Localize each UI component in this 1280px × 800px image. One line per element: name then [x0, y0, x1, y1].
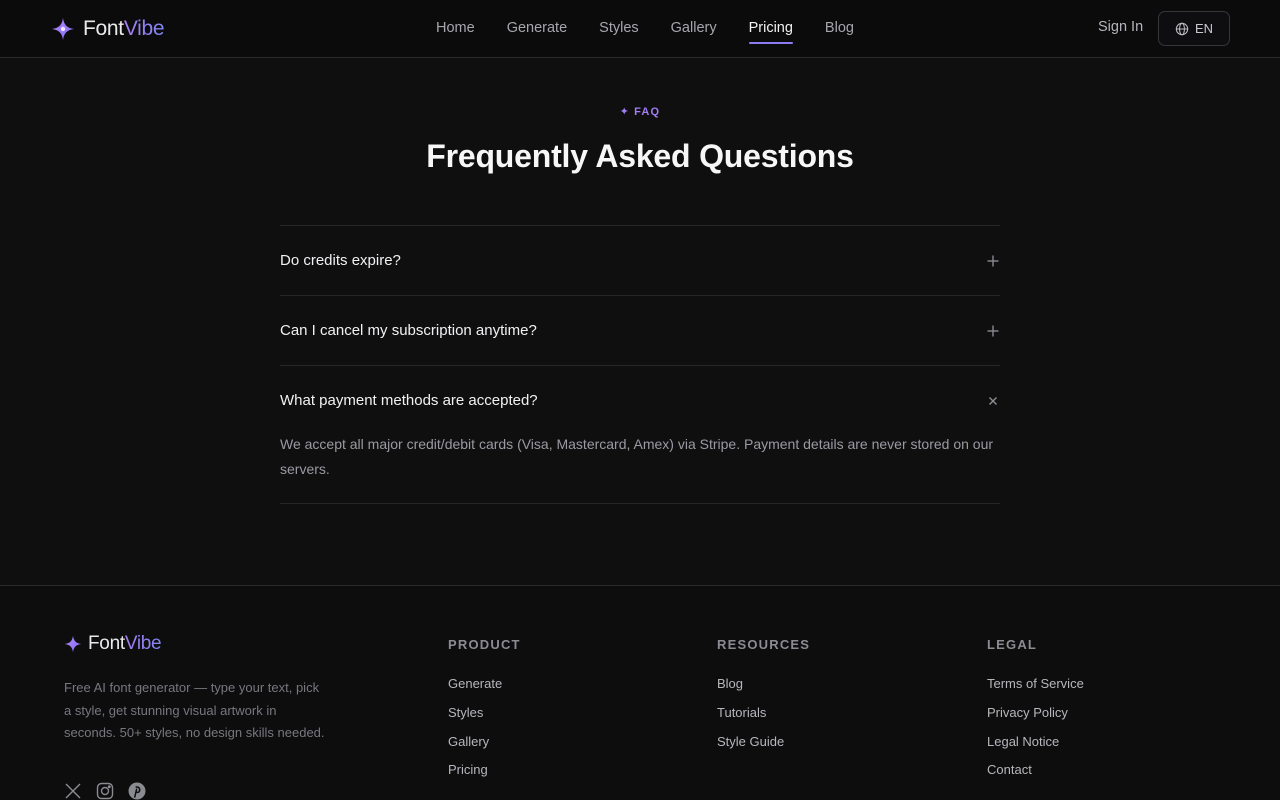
sign-in-link[interactable]: Sign In	[1098, 19, 1143, 35]
nav-link-blog[interactable]: Blog	[825, 0, 854, 57]
nav-link-styles[interactable]: Styles	[599, 0, 639, 57]
sparkle-logo-icon	[64, 635, 82, 653]
sparkle-logo-icon	[52, 18, 74, 40]
nav-link-home[interactable]: Home	[436, 0, 475, 57]
faq-question: Can I cancel my subscription anytime?	[280, 322, 537, 339]
faq-heading: Frequently Asked Questions	[426, 138, 854, 174]
globe-icon	[1175, 22, 1189, 35]
footer-column-title: PRODUCT	[448, 637, 521, 652]
nav-link-gallery[interactable]: Gallery	[671, 0, 717, 57]
plus-icon	[987, 325, 999, 336]
faq-answer: We accept all major credit/debit cards (…	[280, 436, 994, 477]
close-icon	[989, 396, 997, 405]
footer-link-tutorials[interactable]: Tutorials	[717, 705, 810, 734]
sparkle-icon: ✦	[619, 106, 631, 118]
footer-link-terms[interactable]: Terms of Service	[987, 676, 1084, 705]
footer-link-legal-notice[interactable]: Legal Notice	[987, 734, 1084, 763]
faq-tag-label: FAQ	[634, 106, 661, 118]
nav-link-pricing[interactable]: Pricing	[748, 0, 794, 57]
faq-question-toggle[interactable]: What payment methods are accepted?	[280, 366, 1000, 435]
footer-column-resources: RESOURCES Blog Tutorials Style Guide	[717, 637, 810, 762]
faq-question-toggle[interactable]: Do credits expire?	[280, 226, 1000, 295]
footer-link-blog[interactable]: Blog	[717, 676, 810, 705]
main-nav: Home Generate Styles Gallery Pricing Blo…	[436, 0, 854, 57]
faq-accordion: Do credits expire? Can I cancel my subsc…	[280, 225, 1000, 504]
footer-link-styles[interactable]: Styles	[448, 705, 521, 734]
footer-link-privacy[interactable]: Privacy Policy	[987, 705, 1084, 734]
language-label: EN	[1194, 21, 1214, 36]
pinterest-icon[interactable]	[128, 782, 146, 800]
footer-link-contact[interactable]: Contact	[987, 762, 1084, 791]
brand-logo[interactable]: FontVibe	[51, 16, 165, 42]
faq-question: What payment methods are accepted?	[280, 392, 538, 409]
footer-column-product: PRODUCT Generate Styles Gallery Pricing	[448, 637, 521, 791]
top-navigation-bar: FontVibe Home Generate Styles Gallery Pr…	[0, 0, 1280, 58]
footer-link-gallery[interactable]: Gallery	[448, 734, 521, 763]
faq-item: Can I cancel my subscription anytime?	[280, 295, 1000, 365]
faq-item-expanded: What payment methods are accepted? We ac…	[280, 365, 1000, 504]
footer-brand-name: FontVibe	[88, 633, 162, 654]
footer-link-pricing[interactable]: Pricing	[448, 762, 521, 791]
footer-link-generate[interactable]: Generate	[448, 676, 521, 705]
footer-column-title: RESOURCES	[717, 637, 811, 652]
faq-item: Do credits expire?	[280, 225, 1000, 295]
brand-name: FontVibe	[83, 17, 165, 40]
faq-section-tag: ✦ FAQ	[0, 105, 1280, 118]
x-icon[interactable]	[64, 782, 82, 800]
language-selector-button[interactable]: EN	[1158, 11, 1230, 46]
footer-link-style-guide[interactable]: Style Guide	[717, 734, 810, 763]
faq-question: Do credits expire?	[280, 252, 401, 269]
plus-icon	[987, 255, 999, 266]
instagram-icon[interactable]	[96, 782, 114, 800]
social-links	[64, 782, 146, 800]
site-footer: FontVibe Free AI font generator — type y…	[0, 585, 1280, 800]
footer-column-legal: LEGAL Terms of Service Privacy Policy Le…	[987, 637, 1084, 791]
faq-question-toggle[interactable]: Can I cancel my subscription anytime?	[280, 296, 1000, 365]
footer-brand-logo[interactable]: FontVibe	[64, 633, 162, 655]
footer-description: Free AI font generator — type your text,…	[64, 680, 325, 740]
nav-link-generate[interactable]: Generate	[507, 0, 567, 57]
footer-column-title: LEGAL	[987, 637, 1038, 652]
